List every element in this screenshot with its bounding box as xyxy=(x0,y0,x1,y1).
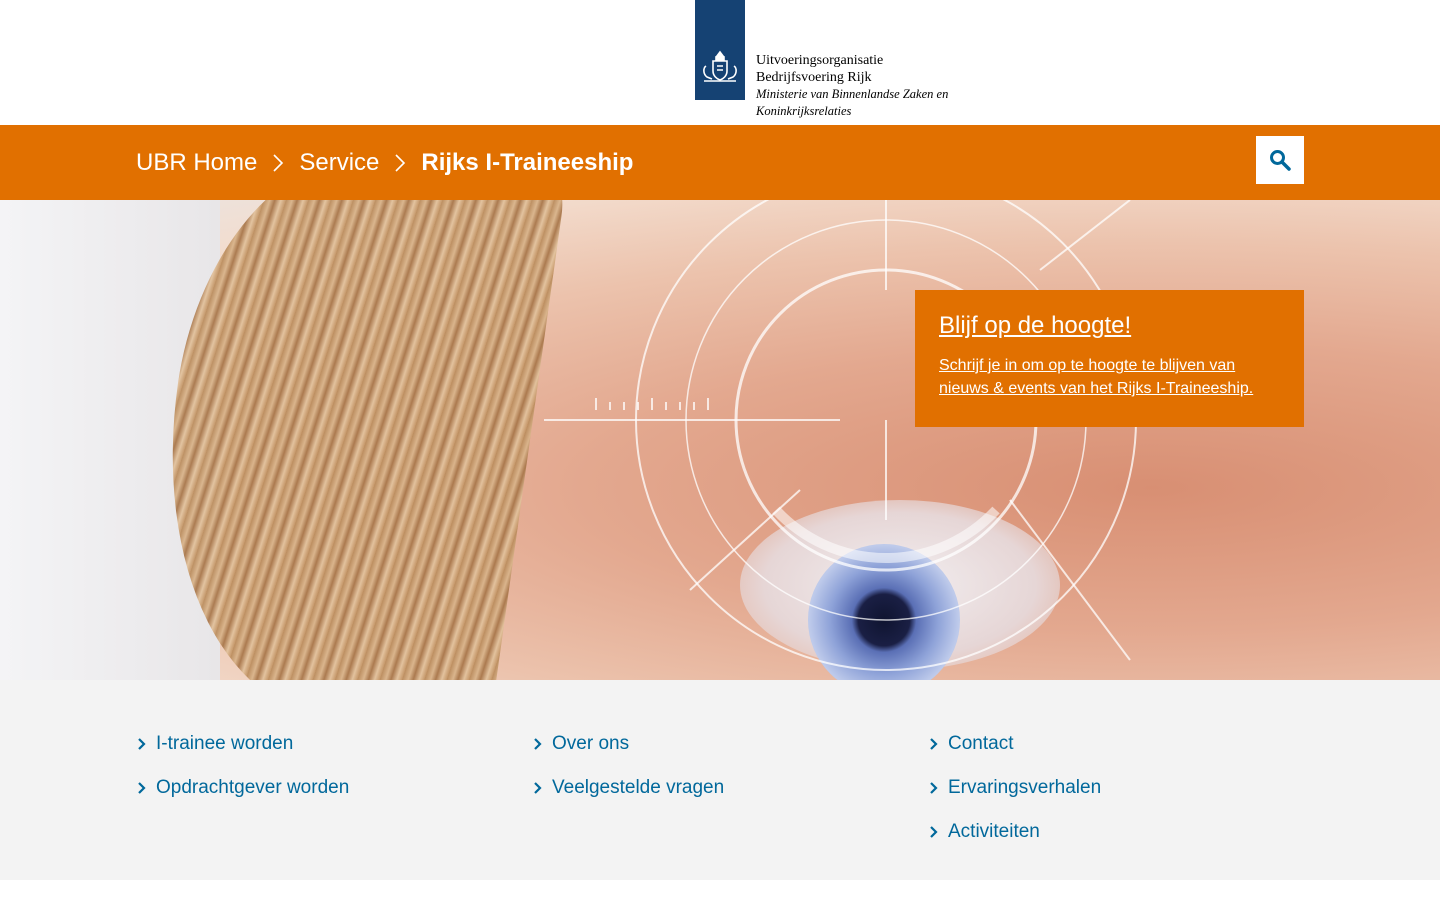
link-i-trainee-worden[interactable]: I-trainee worden xyxy=(136,722,349,766)
chevron-right-icon xyxy=(930,782,938,794)
chevron-right-icon xyxy=(534,782,542,794)
quick-links-column-1: I-trainee worden Opdrachtgever worden xyxy=(136,722,349,810)
link-label: Over ons xyxy=(552,733,630,754)
search-icon xyxy=(1270,150,1291,171)
chevron-right-icon xyxy=(138,738,146,750)
breadcrumb-service-link[interactable]: Service xyxy=(299,149,379,177)
link-opdrachtgever-worden[interactable]: Opdrachtgever worden xyxy=(136,766,349,810)
ministry-name-line2: Koninkrijksrelaties xyxy=(756,104,852,118)
chevron-right-icon xyxy=(930,738,938,750)
ministry-name-line1: Ministerie van Binnenlandse Zaken en xyxy=(756,87,949,101)
chevron-right-icon xyxy=(930,826,938,838)
chevron-right-icon xyxy=(138,782,146,794)
link-veelgestelde-vragen[interactable]: Veelgestelde vragen xyxy=(532,766,724,810)
quick-links-column-3: Contact Ervaringsverhalen Activiteiten xyxy=(928,722,1101,854)
logo-text[interactable]: Uitvoeringsorganisatie Bedrijfsvoering R… xyxy=(756,52,948,120)
logo-block[interactable] xyxy=(695,0,745,100)
search-button[interactable] xyxy=(1256,136,1304,184)
newsletter-promo-text-link[interactable]: Schrijf je in om op te hoogte te blijven… xyxy=(939,354,1280,400)
link-ervaringsverhalen[interactable]: Ervaringsverhalen xyxy=(928,766,1101,810)
link-over-ons[interactable]: Over ons xyxy=(532,722,724,766)
link-label: Contact xyxy=(948,733,1014,754)
breadcrumb-bar: UBR Home Service Rijks I-Traineeship xyxy=(0,125,1440,200)
link-activiteiten[interactable]: Activiteiten xyxy=(928,810,1101,854)
newsletter-promo: Blijf op de hoogte! Schrijf je in om op … xyxy=(915,290,1304,427)
quick-links-section: I-trainee worden Opdrachtgever worden Ov… xyxy=(0,680,1440,880)
org-name-line1: Uitvoeringsorganisatie xyxy=(756,53,884,68)
link-label: I-trainee worden xyxy=(156,733,294,754)
link-contact[interactable]: Contact xyxy=(928,722,1101,766)
breadcrumb-home-link[interactable]: UBR Home xyxy=(136,149,257,177)
org-name-line2: Bedrijfsvoering Rijk xyxy=(756,70,872,85)
breadcrumb-separator-icon xyxy=(395,153,406,172)
hero-scan-overlay xyxy=(544,200,1137,671)
link-label: Opdrachtgever worden xyxy=(156,777,350,798)
newsletter-promo-title-link[interactable]: Blijf op de hoogte! xyxy=(939,312,1280,340)
chevron-right-icon xyxy=(534,738,542,750)
link-label: Ervaringsverhalen xyxy=(948,777,1102,798)
breadcrumb: UBR Home Service Rijks I-Traineeship xyxy=(136,125,633,200)
site-header: Uitvoeringsorganisatie Bedrijfsvoering R… xyxy=(0,0,1440,125)
breadcrumb-separator-icon xyxy=(273,153,284,172)
coat-of-arms-icon xyxy=(703,50,737,82)
link-label: Activiteiten xyxy=(948,821,1040,842)
breadcrumb-current-page: Rijks I-Traineeship xyxy=(421,148,634,176)
quick-links-column-2: Over ons Veelgestelde vragen xyxy=(532,722,724,810)
link-label: Veelgestelde vragen xyxy=(552,777,725,798)
